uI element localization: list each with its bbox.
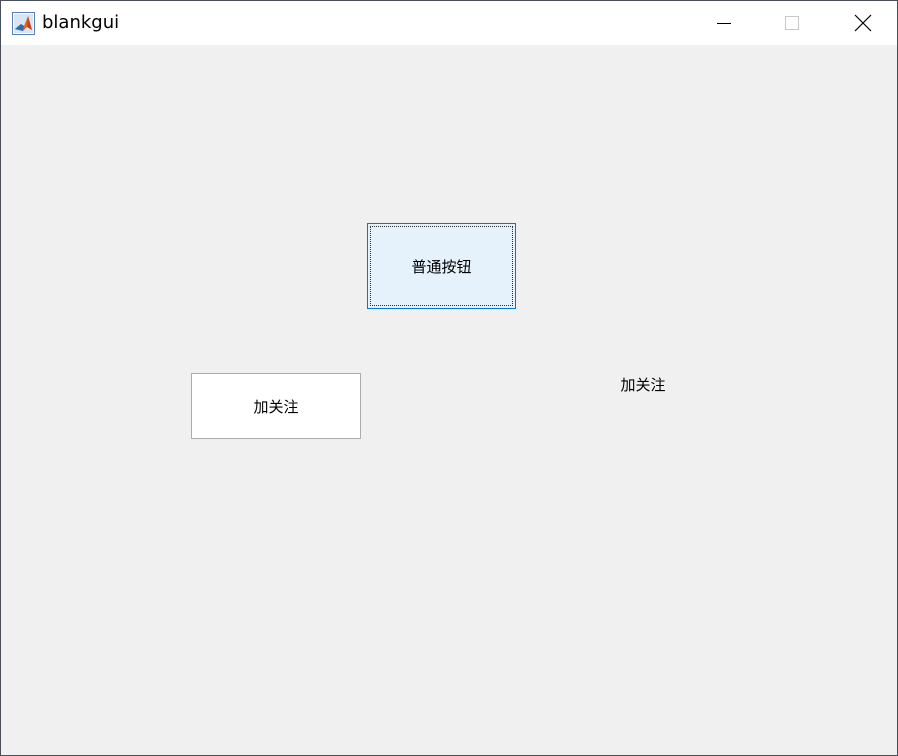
close-icon xyxy=(854,14,872,32)
follow-button-label: 加关注 xyxy=(253,397,299,416)
matlab-logo-icon xyxy=(12,12,35,35)
push-button[interactable]: 普通按钮 xyxy=(367,223,516,309)
minimize-button[interactable] xyxy=(690,1,758,45)
follow-button[interactable]: 加关注 xyxy=(191,373,361,439)
figure-window: blankgui 普通按钮 加关注 加关注 xyxy=(0,0,898,756)
title-bar[interactable]: blankgui xyxy=(1,1,897,45)
maximize-icon xyxy=(785,16,799,30)
static-text-label: 加关注 xyxy=(620,376,666,394)
minimize-icon xyxy=(717,23,731,24)
maximize-button[interactable] xyxy=(758,1,826,45)
push-button-label: 普通按钮 xyxy=(370,226,513,306)
close-button[interactable] xyxy=(829,1,897,45)
figure-canvas: 普通按钮 加关注 加关注 xyxy=(1,45,897,755)
window-title: blankgui xyxy=(42,12,120,33)
